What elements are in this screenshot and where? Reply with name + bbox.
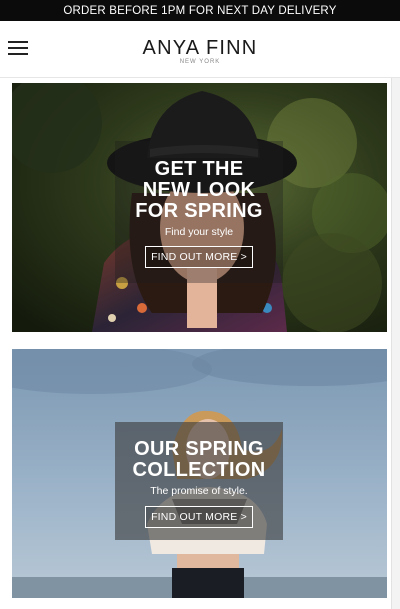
find-out-more-button[interactable]: FIND OUT MORE > <box>145 246 253 268</box>
hero-card-new-look[interactable]: GET THE NEW LOOK FOR SPRING Find your st… <box>12 83 387 332</box>
promo-overlay: OUR SPRING COLLECTION The promise of sty… <box>115 422 283 540</box>
promo-overlay: GET THE NEW LOOK FOR SPRING Find your st… <box>115 141 283 283</box>
brand-logo[interactable]: ANYA FINN NEW YORK <box>0 38 400 66</box>
find-out-more-button[interactable]: FIND OUT MORE > <box>145 506 253 528</box>
card-heading: GET THE NEW LOOK FOR SPRING <box>135 158 263 222</box>
card-heading: OUR SPRING COLLECTION <box>132 438 266 481</box>
logo-wordmark: ANYA FINN <box>142 37 258 59</box>
card-subtitle: The promise of style. <box>150 485 248 497</box>
site-header: ANYA FINN NEW YORK <box>0 21 400 78</box>
page-scrollbar[interactable] <box>391 78 400 609</box>
card-subtitle: Find your style <box>164 226 234 238</box>
promo-banner: ORDER BEFORE 1PM FOR NEXT DAY DELIVERY <box>0 0 400 21</box>
logo-tagline: NEW YORK <box>179 59 221 65</box>
hero-card-spring-collection[interactable]: OUR SPRING COLLECTION The promise of sty… <box>12 349 387 598</box>
